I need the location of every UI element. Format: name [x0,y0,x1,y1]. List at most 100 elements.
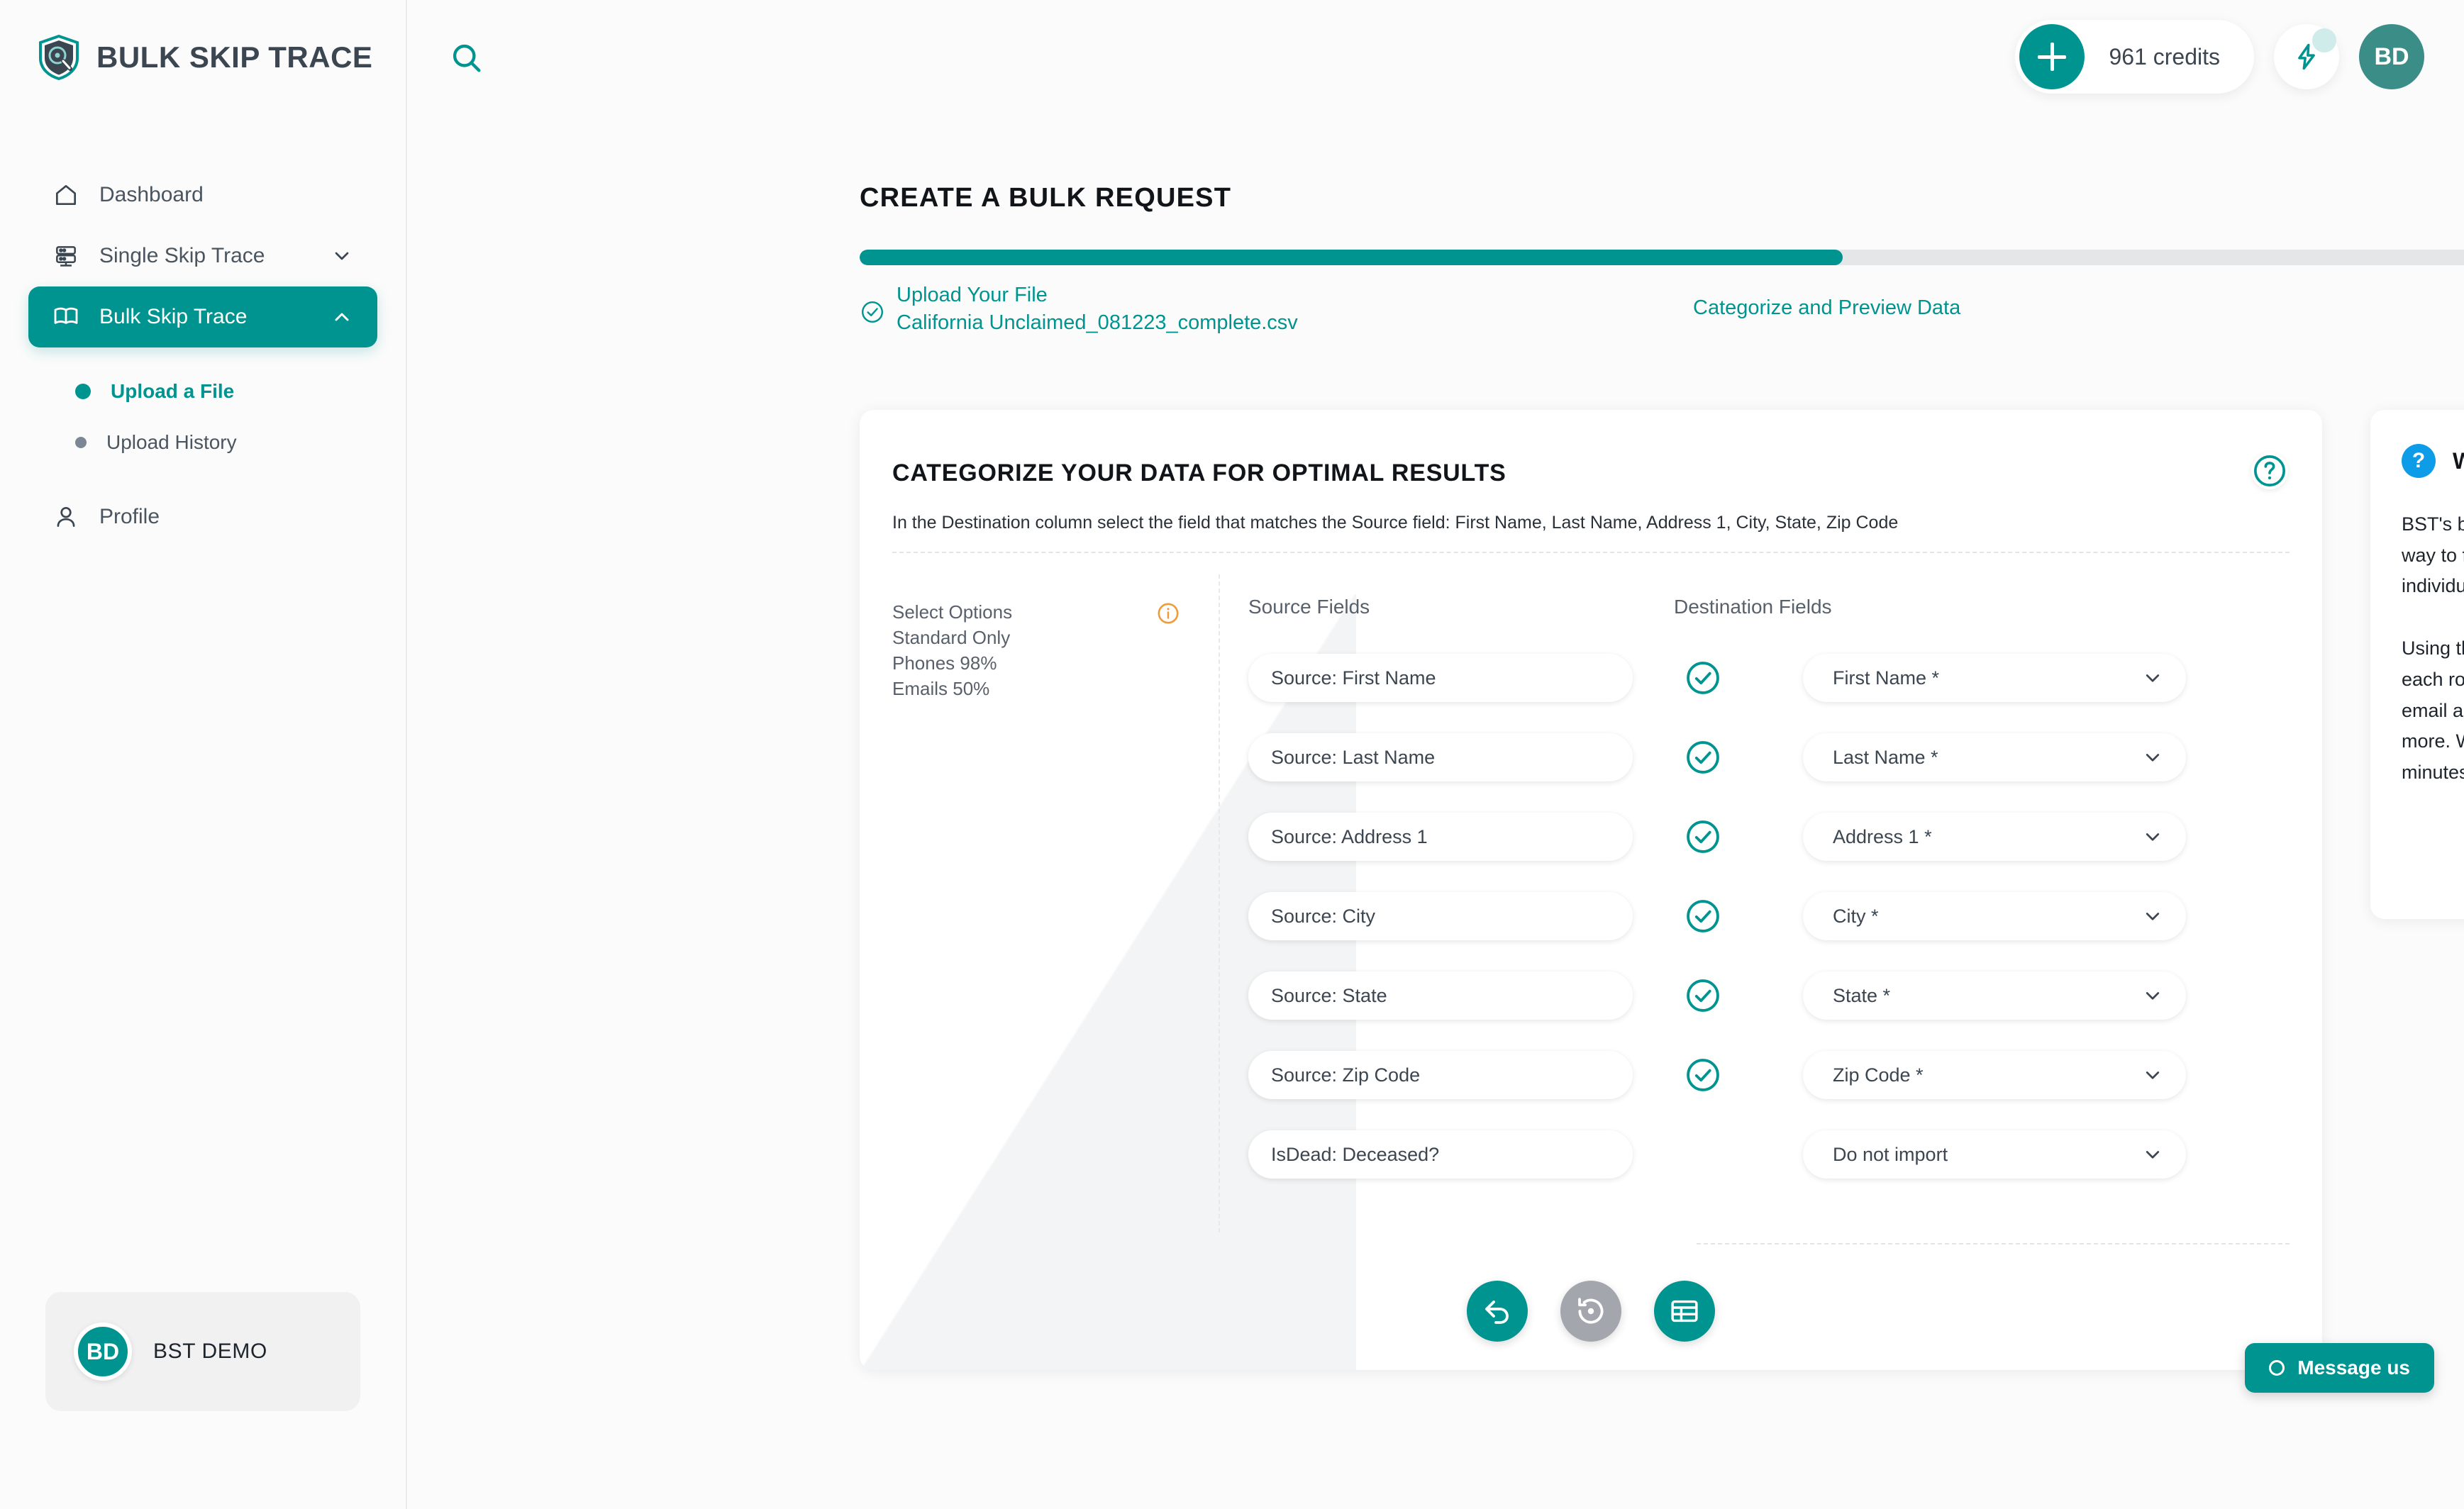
mapping-row: Source: First Name First Name * [1220,638,2322,718]
check-circle-icon [860,299,885,325]
column-headers: Source Fields Destination Fields [1220,596,2322,618]
sidebar-user-card[interactable]: BD BST DEMO [45,1292,360,1411]
card-header: CATEGORIZE YOUR DATA FOR OPTIMAL RESULTS… [860,410,2322,533]
question-circle-icon: ? [2402,444,2436,478]
chat-dot-icon [2269,1360,2285,1376]
destination-field-value: Last Name * [1833,747,1938,769]
sidebar-item-dashboard[interactable]: Dashboard [28,165,377,225]
destination-field-select[interactable]: First Name * [1803,654,2186,702]
back-button[interactable] [1467,1281,1528,1342]
destination-field-select[interactable]: State * [1803,971,2186,1020]
match-check-icon [1684,1056,1722,1094]
server-icon [51,241,81,271]
chevron-up-icon [331,306,353,328]
options-line: Emails 50% [892,676,1220,702]
notification-badge [2312,28,2336,52]
source-field: Source: City [1248,892,1633,940]
sidebar-item-label: Single Skip Trace [99,244,265,268]
progress-stepper: Upload Your File California Unclaimed_08… [860,250,2464,347]
chevron-down-icon [2141,745,2165,769]
match-check-icon [1684,818,1722,856]
destination-field-select[interactable]: Address 1 * [1803,813,2186,861]
progress-bar-fill [860,250,1843,265]
mapping-rows: Source: First Name First Name * [1220,638,2322,1194]
main-content: 961 credits BD CREATE A BULK REQUEST [407,0,2464,1509]
match-check-icon [1684,738,1722,776]
user-name: BST DEMO [153,1340,267,1364]
question-mark-icon[interactable] [2251,452,2288,489]
divider [892,552,2290,553]
reset-button[interactable] [1560,1281,1621,1342]
chevron-down-icon [2141,984,2165,1008]
sidebar-item-upload-a-file[interactable]: Upload a File [28,366,377,417]
plus-icon[interactable] [2019,24,2085,89]
sidebar-item-label: Bulk Skip Trace [99,305,247,329]
source-field: Source: Zip Code [1248,1051,1633,1099]
upgrade-button[interactable] [2274,24,2339,89]
sidebar-item-bulk-skip-trace[interactable]: Bulk Skip Trace [28,286,377,347]
destination-field-select[interactable]: Do not import [1803,1130,2186,1179]
sidebar-item-profile[interactable]: Profile [28,486,377,547]
app-root: BULK SKIP TRACE Dashboard [0,0,2464,1509]
destination-field-value: Do not import [1833,1144,1948,1166]
stepper-labels: Upload Your File California Unclaimed_08… [860,284,2464,347]
avatar: BD [74,1323,132,1381]
mapping-row: Source: City City * [1220,876,2322,956]
user-avatar-button[interactable]: BD [2359,24,2424,89]
topbar: 961 credits BD [407,0,2464,113]
bullet-dot-icon [75,437,87,448]
options-line: Standard Only [892,625,1220,651]
user-icon [51,502,81,532]
chevron-down-icon [2141,1063,2165,1087]
reset-icon [1574,1294,1608,1328]
match-check-placeholder [1684,1135,1722,1174]
brand-logo[interactable]: BULK SKIP TRACE [0,0,406,81]
categorize-card: CATEGORIZE YOUR DATA FOR OPTIMAL RESULTS… [860,410,2322,1370]
home-icon [51,180,81,210]
mapping-row: IsDead: Deceased? Do not import [1220,1115,2322,1194]
source-fields-header: Source Fields [1248,596,1674,618]
info-icon[interactable] [1156,601,1180,625]
topbar-right: 961 credits BD [2015,20,2424,94]
match-check-icon [1684,976,1722,1015]
source-field: Source: First Name [1248,654,1633,702]
source-field: Source: State [1248,971,1633,1020]
chevron-down-icon [2141,666,2165,690]
destination-field-select[interactable]: City * [1803,892,2186,940]
destination-field-value: City * [1833,906,1879,928]
book-icon [51,302,81,332]
message-us-button[interactable]: Message us [2245,1343,2434,1393]
card-title: CATEGORIZE YOUR DATA FOR OPTIMAL RESULTS [892,460,2322,487]
match-check-icon [1684,897,1722,935]
select-options-panel: Select Options Standard Only Phones 98% … [860,574,1220,1194]
message-us-label: Message us [2297,1357,2410,1379]
sidebar-item-label: Dashboard [99,183,204,207]
step-label: Upload Your File [897,284,1298,307]
card-subtitle: In the Destination column select the fie… [892,513,2322,533]
destination-field-select[interactable]: Last Name * [1803,733,2186,781]
sidebar-item-single-skip-trace[interactable]: Single Skip Trace [28,225,377,286]
sidebar-subitem-label: Upload History [106,431,237,454]
bullet-dot-icon [75,384,91,399]
card-body: Select Options Standard Only Phones 98% … [860,574,2322,1194]
source-field: Source: Address 1 [1248,813,1633,861]
credits-pill[interactable]: 961 credits [2015,20,2254,94]
destination-fields-header: Destination Fields [1674,596,1832,618]
search-icon[interactable] [448,40,485,77]
destination-field-value: Zip Code * [1833,1064,1924,1086]
preview-table-button[interactable] [1654,1281,1715,1342]
step-upload-your-file[interactable]: Upload Your File California Unclaimed_08… [860,284,1298,335]
info-panel: ? What is Bulk Skip Tracing? BST's bulk … [2370,410,2464,919]
chevron-down-icon [2141,1142,2165,1166]
page-title: CREATE A BULK REQUEST [860,183,1231,213]
step-categorize-and-preview-data[interactable]: Categorize and Preview Data [1693,296,1960,320]
chevron-down-icon [331,245,353,267]
shield-search-icon [37,34,81,81]
sidebar-subitem-label: Upload a File [111,380,234,403]
sidebar-nav: Dashboard Single Skip Trace [0,165,406,547]
destination-field-select[interactable]: Zip Code * [1803,1051,2186,1099]
match-check-icon [1684,659,1722,697]
footer-divider [1697,1243,2290,1244]
sidebar-item-upload-history[interactable]: Upload History [28,417,377,468]
options-line: Phones 98% [892,651,1220,676]
